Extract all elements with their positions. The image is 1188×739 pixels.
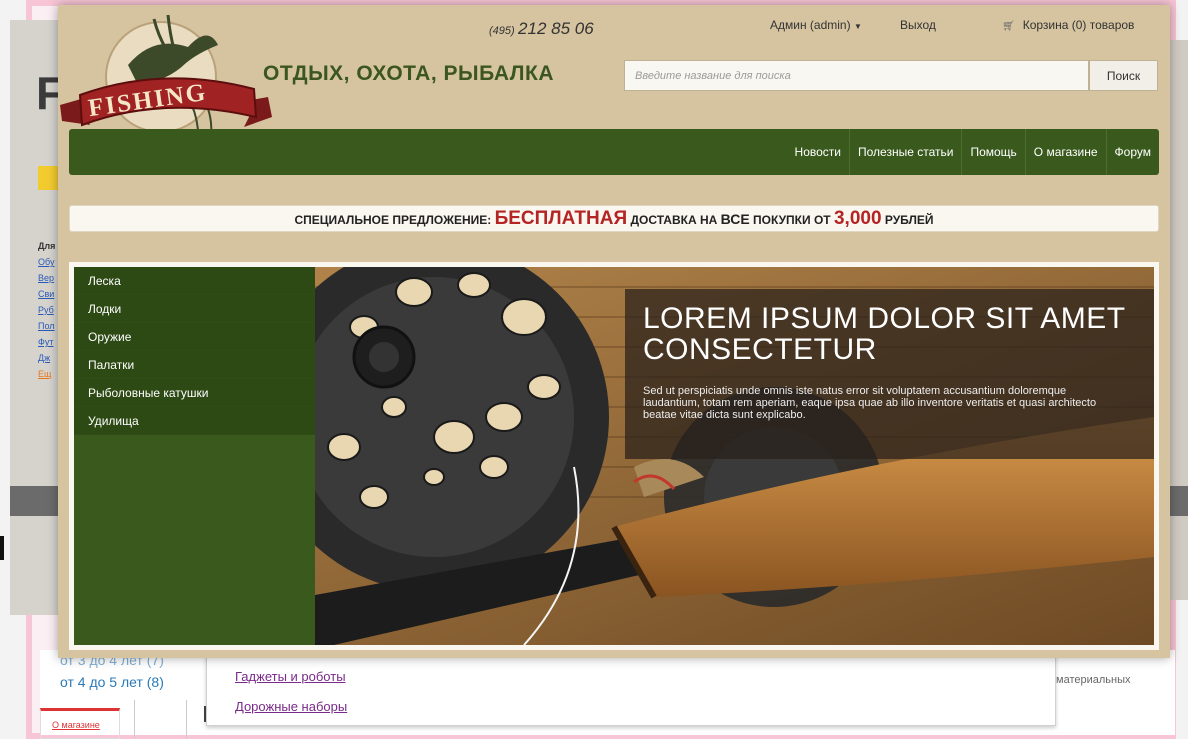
- caret-down-icon: ▼: [853, 22, 862, 31]
- hero-text: Sed ut perspiciatis unde omnis iste natu…: [643, 385, 1097, 421]
- user-label: Админ (admin): [770, 18, 851, 32]
- promo-emphasis: ВСЕ: [720, 211, 750, 227]
- age-filter[interactable]: от 4 до 5 лет (8): [60, 674, 164, 690]
- phone-code: (495): [489, 25, 515, 37]
- category-item-line[interactable]: Леска: [74, 267, 315, 295]
- category-item-boats[interactable]: Лодки: [74, 295, 315, 323]
- cart-label: Корзина (0) товаров: [1022, 18, 1135, 32]
- nav-item-about[interactable]: О магазине: [1024, 129, 1106, 175]
- promo-text: РУБЛЕЙ: [884, 213, 934, 227]
- promo-highlight: БЕСПЛАТНАЯ: [494, 208, 628, 229]
- main-nav: Новости Полезные статьи Помощь О магазин…: [69, 129, 1159, 175]
- fishing-store-page: FISHING (495) 212 85 06 ОТДЫХ, ОХОТА, РЫ…: [58, 5, 1170, 658]
- divider: [134, 700, 135, 739]
- search-button[interactable]: Поиск: [1089, 60, 1158, 91]
- user-menu[interactable]: Админ (admin) ▼: [770, 18, 862, 32]
- promo-amount: 3,000: [833, 208, 882, 229]
- search-input[interactable]: [624, 60, 1089, 91]
- brand-title: ОТДЫХ, ОХОТА, РЫБАЛКА: [263, 62, 555, 85]
- nav-item-articles[interactable]: Полезные статьи: [849, 129, 961, 175]
- nav-item-forum[interactable]: Форум: [1105, 129, 1159, 175]
- promo-text: СПЕЦИАЛЬНОЕ ПРЕДЛОЖЕНИЕ:: [294, 213, 492, 227]
- about-link[interactable]: О магазине: [52, 720, 100, 730]
- background-text: материальных: [1056, 674, 1131, 686]
- hero-caption: LOREM IPSUM DOLOR SIT AMET CONSECTETUR S…: [625, 289, 1154, 459]
- phone-number: 212 85 06: [518, 19, 594, 38]
- category-item-reels[interactable]: Рыболовные катушки: [74, 379, 315, 407]
- nav-item-help[interactable]: Помощь: [961, 129, 1024, 175]
- promo-text: ПОКУПКИ ОТ: [753, 213, 831, 227]
- hero-title: LOREM IPSUM DOLOR SIT AMET CONSECTETUR: [643, 302, 1125, 366]
- category-item-weapons[interactable]: Оружие: [74, 323, 315, 351]
- phone: (495) 212 85 06: [489, 19, 594, 39]
- category-item-tents[interactable]: Палатки: [74, 351, 315, 379]
- text-cursor-bar: [0, 536, 4, 560]
- nav-item-news[interactable]: Новости: [787, 129, 849, 175]
- divider: [186, 700, 187, 739]
- hero-slider[interactable]: Леска Лодки Оружие Палатки Рыболовные ка…: [69, 262, 1159, 650]
- cart-link[interactable]: 🛒︎ Корзина (0) товаров: [1002, 18, 1134, 32]
- category-dropdown: Гаджеты и роботы Дорожные наборы: [206, 654, 1056, 726]
- logout-link[interactable]: Выход: [900, 18, 936, 32]
- category-menu: Леска Лодки Оружие Палатки Рыболовные ка…: [74, 267, 315, 645]
- cart-icon: 🛒︎: [1002, 21, 1015, 32]
- dropdown-item[interactable]: Гаджеты и роботы: [235, 669, 346, 684]
- dropdown-item[interactable]: Дорожные наборы: [235, 699, 347, 714]
- promo-text: ДОСТАВКА НА: [630, 213, 718, 227]
- category-item-rods[interactable]: Удилища: [74, 407, 315, 435]
- promo-banner[interactable]: СПЕЦИАЛЬНОЕ ПРЕДЛОЖЕНИЕ: БЕСПЛАТНАЯ ДОСТ…: [69, 205, 1159, 232]
